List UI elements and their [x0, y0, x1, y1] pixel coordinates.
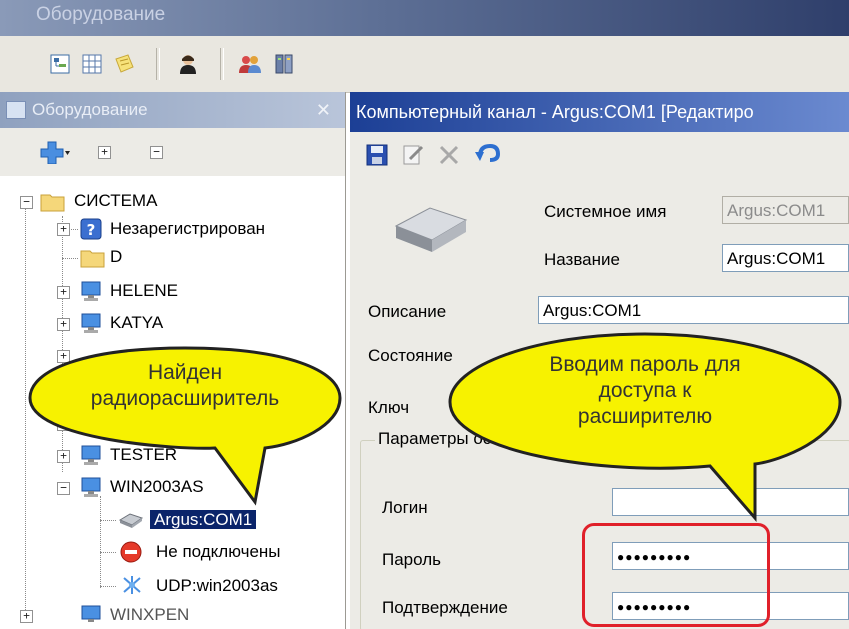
tree-item-helene[interactable]: HELENE	[110, 278, 178, 304]
description-label: Описание	[368, 302, 447, 321]
name-field[interactable]: Argus:COM1	[722, 244, 849, 272]
system-name-label: Системное имя	[544, 202, 667, 221]
name-label: Название	[544, 250, 620, 269]
callout-right-line3: расширителю	[577, 405, 713, 428]
editor-title: Компьютерный канал - Argus:COM1 [Редакти…	[356, 102, 754, 122]
expander[interactable]: +	[20, 610, 33, 623]
folder-icon	[80, 246, 105, 268]
callout-left-line2: радиорасширитель	[90, 387, 280, 410]
editor-toolbar	[350, 132, 849, 176]
edit-icon[interactable]	[402, 144, 424, 171]
tree-item-not-connected[interactable]: Не подключены	[156, 539, 281, 565]
users-icon[interactable]	[238, 52, 262, 76]
tree-item-d[interactable]: D	[110, 244, 122, 270]
tree-item-winxpen[interactable]: WINXPEN	[110, 602, 189, 628]
expander[interactable]: +	[57, 286, 70, 299]
tree-item-unregistered[interactable]: Незарегистрирован	[110, 216, 265, 242]
callout-left-line1: Найден	[147, 361, 223, 384]
grid-icon[interactable]	[80, 52, 104, 76]
login-label: Логин	[382, 498, 428, 517]
computer-icon	[80, 312, 102, 334]
device-icon	[390, 196, 470, 263]
tree-item-katya[interactable]: KATYA	[110, 310, 163, 336]
expander[interactable]: +	[57, 223, 70, 236]
undo-icon[interactable]	[474, 142, 501, 171]
tree-toolbar: + −	[0, 128, 345, 176]
panel-icon	[6, 101, 26, 119]
panel-header: Оборудование ✕	[0, 92, 345, 128]
password-highlight	[582, 523, 770, 627]
confirm-label: Подтверждение	[382, 598, 508, 617]
window-title: Оборудование	[36, 4, 166, 25]
callout-right-line2: доступа к	[598, 379, 692, 402]
expander[interactable]: −	[20, 196, 33, 209]
delete-icon[interactable]	[438, 144, 460, 171]
no-entry-icon	[120, 541, 142, 563]
computer-icon	[80, 604, 102, 626]
tree-item-udp[interactable]: UDP:win2003as	[156, 573, 278, 599]
tree-item-sistema[interactable]: СИСТЕМА	[74, 188, 157, 214]
notes-icon[interactable]	[112, 52, 136, 76]
add-icon[interactable]	[40, 140, 70, 169]
network-icon	[120, 574, 142, 596]
description-field[interactable]: Argus:COM1	[538, 296, 849, 324]
close-icon[interactable]: ✕	[316, 92, 331, 128]
key-label: Ключ	[368, 398, 410, 417]
password-label: Пароль	[382, 550, 441, 569]
editor-title-bar: Компьютерный канал - Argus:COM1 [Редакти…	[350, 92, 849, 132]
collapse-all-icon[interactable]: −	[150, 146, 163, 159]
computer-icon	[80, 280, 102, 302]
folder-icon	[40, 190, 65, 212]
window-title-bar: Оборудование	[0, 0, 849, 36]
svg-text:?: ?	[87, 221, 96, 239]
unknown-device-icon: ?	[80, 218, 102, 240]
panel-title: Оборудование	[32, 100, 148, 119]
callout-right-line1: Вводим пароль для	[549, 353, 741, 376]
tree-view-icon[interactable]	[48, 52, 72, 76]
callout-enter-password: Вводим пароль для доступа к расширителю	[440, 326, 849, 526]
user-icon[interactable]	[176, 52, 200, 76]
expander[interactable]: +	[57, 318, 70, 331]
hardware-icon[interactable]	[272, 52, 296, 76]
system-name-field[interactable]: Argus:COM1	[722, 196, 849, 224]
expand-all-icon[interactable]: +	[98, 146, 111, 159]
save-icon[interactable]	[366, 144, 388, 171]
callout-found-extender: Найден радиорасширитель	[20, 340, 350, 520]
main-toolbar	[0, 36, 849, 93]
screenshot-frame: Оборудование Оборудование ✕ + − − СИСТЕМ…	[0, 0, 849, 629]
